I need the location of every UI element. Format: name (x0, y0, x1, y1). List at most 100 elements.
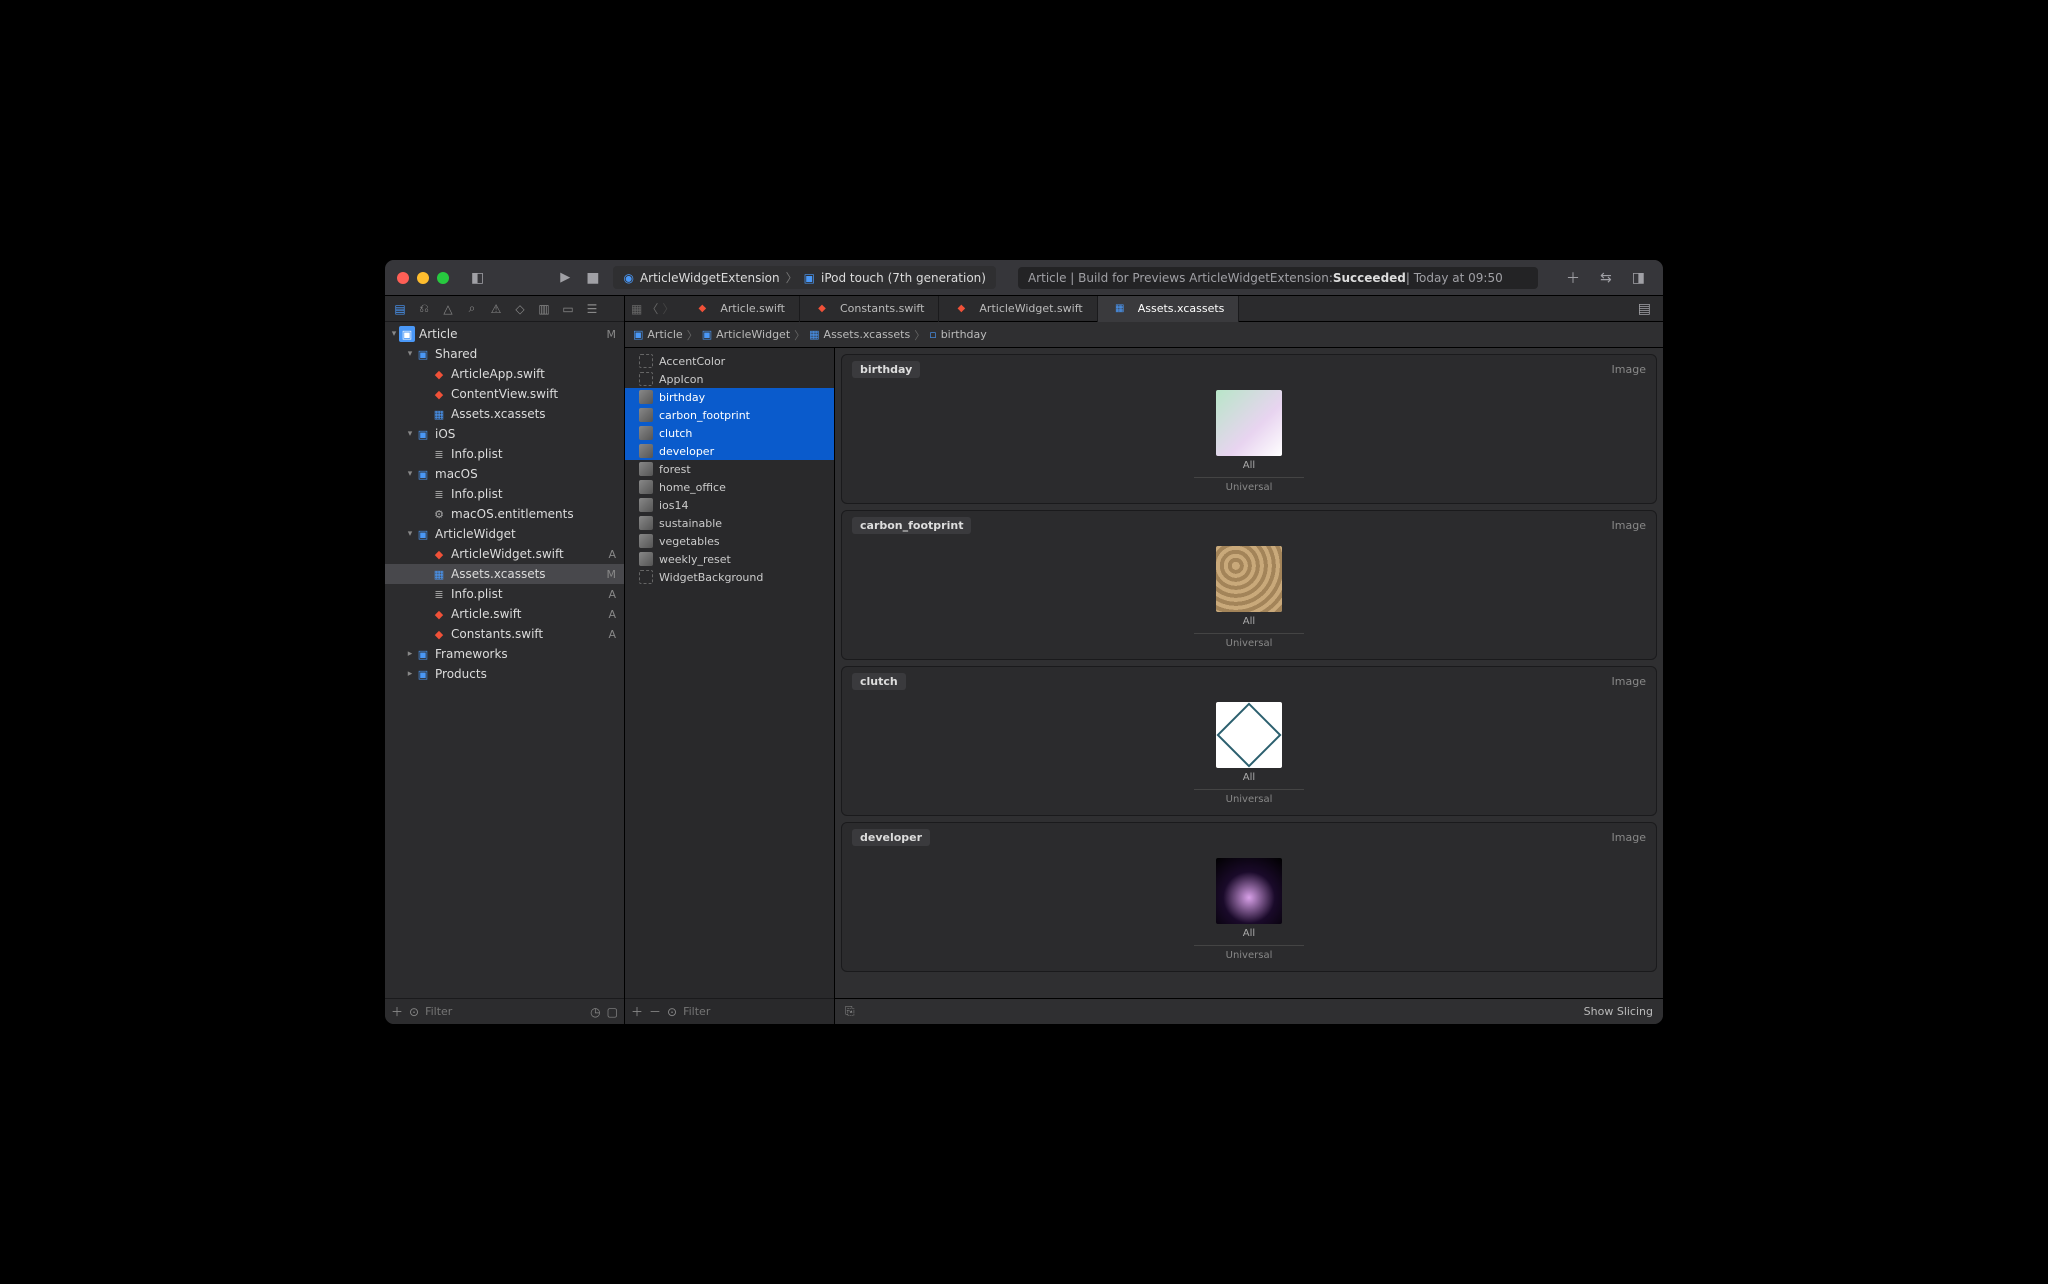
group-title: clutch (852, 673, 906, 690)
test-navigator-tab[interactable]: ◇ (509, 298, 531, 320)
asset-item-clutch[interactable]: clutch (625, 424, 834, 442)
asset-remove-icon[interactable]: － (649, 1003, 661, 1020)
zoom-window[interactable] (437, 272, 449, 284)
tab-history-nav: ▦ 〈 〉 (625, 300, 680, 317)
scm-filter-icon[interactable]: ▢ (607, 1005, 618, 1019)
asset-list[interactable]: AccentColorAppIconbirthdaycarbon_footpri… (625, 348, 834, 998)
file-info.plist[interactable]: ≣Info.plist (385, 484, 624, 504)
asset-filter-input[interactable] (683, 1005, 828, 1018)
asset-item-developer[interactable]: developer (625, 442, 834, 460)
image-slot[interactable]: All Universal (1194, 546, 1304, 649)
sidebar-right-icon[interactable]: ◨ (1626, 270, 1651, 286)
asset-filter-icon[interactable]: ⊙ (667, 1005, 677, 1019)
group-frameworks[interactable]: ▸▣Frameworks (385, 644, 624, 664)
related-items-icon[interactable]: ▦ (631, 302, 642, 316)
tab-article.swift[interactable]: ◆Article.swift (680, 296, 800, 322)
editor-area: ▦ 〈 〉 ◆Article.swift◆Constants.swift◆Art… (625, 296, 1663, 1024)
project-tree[interactable]: ▾▣ArticleM▾▣Shared◆ArticleApp.swift◆Cont… (385, 322, 624, 998)
jump-bar[interactable]: ▣Article〉▣ArticleWidget〉▦Assets.xcassets… (625, 322, 1663, 348)
scheme-target: ArticleWidgetExtension (640, 271, 780, 285)
file-info.plist[interactable]: ≣Info.plistA (385, 584, 624, 604)
group-type-label: Image (1612, 675, 1646, 688)
group-title: developer (852, 829, 930, 846)
issue-navigator-tab[interactable]: ⚠ (485, 298, 507, 320)
code-review-icon[interactable]: ⇆ (1594, 270, 1618, 286)
debug-navigator-tab[interactable]: ▥ (533, 298, 555, 320)
minimize-window[interactable] (417, 272, 429, 284)
symbol-navigator-tab[interactable]: △ (437, 298, 459, 320)
crumb-article[interactable]: ▣Article (633, 328, 683, 341)
asset-item-birthday[interactable]: birthday (625, 388, 834, 406)
group-products[interactable]: ▸▣Products (385, 664, 624, 684)
run-button[interactable]: ▶ (554, 270, 576, 285)
project-navigator-tab[interactable]: ▤ (389, 298, 411, 320)
find-navigator-tab[interactable]: ⌕ (461, 298, 483, 320)
file-contentview.swift[interactable]: ◆ContentView.swift (385, 384, 624, 404)
slot-label: All (1243, 460, 1255, 471)
nav-forward-icon[interactable]: 〉 (662, 300, 674, 317)
group-title: carbon_footprint (852, 517, 971, 534)
asset-add-icon[interactable]: ＋ (631, 1003, 643, 1020)
file-macos.entitlements[interactable]: ⚙macOS.entitlements (385, 504, 624, 524)
asset-item-carbon_footprint[interactable]: carbon_footprint (625, 406, 834, 424)
asset-item-sustainable[interactable]: sustainable (625, 514, 834, 532)
run-controls: ▶ ■ (554, 270, 605, 286)
asset-item-appicon[interactable]: AppIcon (625, 370, 834, 388)
editor-options-icon[interactable]: ▤ (1632, 301, 1657, 317)
asset-group-developer: developer Image All Universal (841, 822, 1657, 972)
file-articleapp.swift[interactable]: ◆ArticleApp.swift (385, 364, 624, 384)
slot-sublabel: Universal (1194, 789, 1304, 805)
asset-item-widgetbackground[interactable]: WidgetBackground (625, 568, 834, 586)
file-article.swift[interactable]: ◆Article.swiftA (385, 604, 624, 624)
group-shared[interactable]: ▾▣Shared (385, 344, 624, 364)
navigator-filter-bar: ＋ ⊙ ◷ ▢ (385, 998, 624, 1024)
tab-assets.xcassets[interactable]: ▦Assets.xcassets (1098, 296, 1240, 322)
breakpoint-navigator-tab[interactable]: ▭ (557, 298, 579, 320)
project-root[interactable]: ▾▣ArticleM (385, 324, 624, 344)
add-icon[interactable]: ＋ (391, 1003, 403, 1020)
source-control-tab[interactable]: ⎌ (413, 298, 435, 320)
activity-status: Article | Build for Previews ArticleWidg… (1018, 267, 1538, 289)
show-slicing-button[interactable]: Show Slicing (1584, 1005, 1653, 1018)
nav-back-icon[interactable]: 〈 (646, 300, 658, 317)
file-assets.xcassets[interactable]: ▦Assets.xcassets (385, 404, 624, 424)
image-slot[interactable]: All Universal (1194, 390, 1304, 493)
image-slot[interactable]: All Universal (1194, 858, 1304, 961)
navigator-filter-input[interactable] (425, 1005, 584, 1018)
slot-sublabel: Universal (1194, 633, 1304, 649)
group-ios[interactable]: ▾▣iOS (385, 424, 624, 444)
image-thumbnail (1216, 546, 1282, 612)
sidebar-left-icon[interactable]: ◧ (465, 270, 490, 286)
report-navigator-tab[interactable]: ☰ (581, 298, 603, 320)
asset-item-home_office[interactable]: home_office (625, 478, 834, 496)
asset-item-forest[interactable]: forest (625, 460, 834, 478)
image-thumbnail (1216, 858, 1282, 924)
tab-constants.swift[interactable]: ◆Constants.swift (800, 296, 939, 322)
file-articlewidget.swift[interactable]: ◆ArticleWidget.swiftA (385, 544, 624, 564)
stop-button[interactable]: ■ (580, 270, 605, 286)
clipboard-icon[interactable]: ⎘ (845, 1004, 855, 1019)
group-macos[interactable]: ▾▣macOS (385, 464, 624, 484)
recent-filter-icon[interactable]: ◷ (590, 1005, 600, 1019)
crumb-articlewidget[interactable]: ▣ArticleWidget (702, 328, 790, 341)
add-tab-icon[interactable]: ＋ (1560, 268, 1586, 288)
file-assets.xcassets[interactable]: ▦Assets.xcassetsM (385, 564, 624, 584)
crumb-birthday[interactable]: ▫birthday (929, 328, 987, 341)
asset-item-weekly_reset[interactable]: weekly_reset (625, 550, 834, 568)
asset-item-accentcolor[interactable]: AccentColor (625, 352, 834, 370)
group-articlewidget[interactable]: ▾▣ArticleWidget (385, 524, 624, 544)
close-window[interactable] (397, 272, 409, 284)
asset-filter-bar: ＋ － ⊙ (625, 998, 834, 1024)
asset-item-vegetables[interactable]: vegetables (625, 532, 834, 550)
tab-articlewidget.swift[interactable]: ◆ArticleWidget.swift (939, 296, 1097, 322)
asset-item-ios14[interactable]: ios14 (625, 496, 834, 514)
file-constants.swift[interactable]: ◆Constants.swiftA (385, 624, 624, 644)
scheme-device: iPod touch (7th generation) (821, 271, 986, 285)
slot-label: All (1243, 772, 1255, 783)
file-info.plist[interactable]: ≣Info.plist (385, 444, 624, 464)
group-title: birthday (852, 361, 920, 378)
filter-scope-icon[interactable]: ⊙ (409, 1005, 419, 1019)
scheme-selector[interactable]: ◉ ArticleWidgetExtension 〉 ▣ iPod touch … (613, 266, 996, 289)
image-slot[interactable]: All Universal (1194, 702, 1304, 805)
crumb-assets.xcassets[interactable]: ▦Assets.xcassets (809, 328, 910, 341)
